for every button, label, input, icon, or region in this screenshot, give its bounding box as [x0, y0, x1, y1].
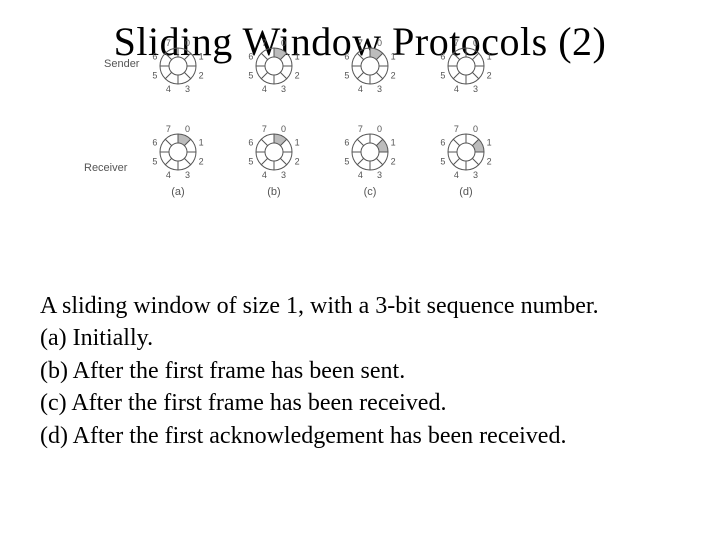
sliding-window-figure: Sender Receiver 012345670123456701234567…: [110, 30, 510, 198]
svg-text:1: 1: [199, 51, 204, 61]
window-dial-icon: 01 23 45 67: [438, 124, 494, 180]
svg-text:6: 6: [248, 137, 253, 147]
svg-text:3: 3: [377, 170, 382, 180]
column-label: (b): [267, 186, 280, 198]
window-dial-icon: 01 23 45 67: [150, 38, 206, 94]
svg-text:3: 3: [377, 84, 382, 94]
window-dial-icon: 01 23 45 67: [246, 124, 302, 180]
svg-text:4: 4: [454, 84, 459, 94]
window-dial-icon: 01 23 45 67: [150, 124, 206, 180]
svg-text:7: 7: [454, 38, 459, 48]
svg-text:4: 4: [358, 170, 363, 180]
svg-text:6: 6: [440, 51, 445, 61]
svg-text:5: 5: [344, 157, 349, 167]
svg-text:3: 3: [185, 170, 190, 180]
sender-dial: 01 23 45 67: [438, 38, 494, 94]
svg-text:2: 2: [199, 157, 204, 167]
svg-text:0: 0: [281, 38, 286, 48]
svg-text:4: 4: [166, 84, 171, 94]
caption-a: (a) Initially.: [40, 322, 680, 354]
svg-text:2: 2: [295, 157, 300, 167]
svg-text:5: 5: [344, 71, 349, 81]
svg-text:0: 0: [473, 124, 478, 134]
svg-text:4: 4: [262, 84, 267, 94]
figure-caption: A sliding window of size 1, with a 3-bit…: [40, 290, 680, 452]
svg-text:0: 0: [281, 124, 286, 134]
svg-text:0: 0: [377, 38, 382, 48]
caption-intro: A sliding window of size 1, with a 3-bit…: [40, 290, 680, 322]
svg-text:2: 2: [487, 157, 492, 167]
svg-text:2: 2: [391, 157, 396, 167]
svg-text:5: 5: [248, 71, 253, 81]
svg-text:0: 0: [185, 38, 190, 48]
svg-text:6: 6: [344, 137, 349, 147]
svg-text:7: 7: [166, 124, 171, 134]
caption-d: (d) After the first acknowledgement has …: [40, 420, 680, 452]
svg-text:0: 0: [377, 124, 382, 134]
svg-text:1: 1: [295, 51, 300, 61]
window-dial-icon: 01 23 45 67: [246, 38, 302, 94]
column-label: (d): [459, 186, 472, 198]
svg-text:6: 6: [248, 51, 253, 61]
svg-text:4: 4: [166, 170, 171, 180]
svg-text:7: 7: [358, 38, 363, 48]
svg-text:5: 5: [440, 157, 445, 167]
svg-text:6: 6: [344, 51, 349, 61]
svg-text:0: 0: [473, 38, 478, 48]
svg-text:1: 1: [295, 137, 300, 147]
svg-text:3: 3: [473, 84, 478, 94]
svg-text:6: 6: [152, 137, 157, 147]
svg-text:3: 3: [185, 84, 190, 94]
svg-text:7: 7: [262, 124, 267, 134]
svg-text:5: 5: [440, 71, 445, 81]
svg-text:2: 2: [199, 71, 204, 81]
svg-text:4: 4: [454, 170, 459, 180]
sender-dial: 01 23 45 67: [150, 38, 206, 94]
svg-text:3: 3: [473, 170, 478, 180]
svg-text:6: 6: [152, 51, 157, 61]
sender-row: 01234567012345670123456701234567: [110, 38, 510, 94]
svg-text:5: 5: [152, 157, 157, 167]
svg-text:2: 2: [295, 71, 300, 81]
svg-text:6: 6: [440, 137, 445, 147]
window-dial-icon: 01 23 45 67: [342, 38, 398, 94]
svg-text:4: 4: [262, 170, 267, 180]
svg-text:0: 0: [185, 124, 190, 134]
svg-text:3: 3: [281, 84, 286, 94]
svg-text:2: 2: [487, 71, 492, 81]
column-label: (c): [364, 186, 377, 198]
window-dial-icon: 01 23 45 67: [342, 124, 398, 180]
svg-text:1: 1: [487, 51, 492, 61]
sender-dial: 01 23 45 67: [246, 38, 302, 94]
svg-text:7: 7: [166, 38, 171, 48]
svg-text:1: 1: [487, 137, 492, 147]
window-dial-icon: 01 23 45 67: [438, 38, 494, 94]
svg-text:7: 7: [358, 124, 363, 134]
svg-text:3: 3: [281, 170, 286, 180]
svg-text:1: 1: [199, 137, 204, 147]
sender-row-label: Sender: [104, 58, 139, 70]
receiver-row: 01234567(a)01234567(b)01234567(c)0123456…: [110, 124, 510, 198]
sender-dial: 01 23 45 67: [342, 38, 398, 94]
svg-text:4: 4: [358, 84, 363, 94]
receiver-dial: 01 23 45 67 (d): [438, 124, 494, 198]
svg-text:7: 7: [262, 38, 267, 48]
receiver-dial: 01 23 45 67 (c): [342, 124, 398, 198]
svg-text:1: 1: [391, 51, 396, 61]
svg-text:7: 7: [454, 124, 459, 134]
caption-b: (b) After the first frame has been sent.: [40, 355, 680, 387]
svg-text:2: 2: [391, 71, 396, 81]
caption-c: (c) After the first frame has been recei…: [40, 387, 680, 419]
receiver-dial: 01 23 45 67 (b): [246, 124, 302, 198]
svg-text:5: 5: [248, 157, 253, 167]
receiver-dial: 01 23 45 67 (a): [150, 124, 206, 198]
column-label: (a): [171, 186, 184, 198]
svg-text:1: 1: [391, 137, 396, 147]
svg-text:5: 5: [152, 71, 157, 81]
receiver-row-label: Receiver: [84, 162, 127, 174]
